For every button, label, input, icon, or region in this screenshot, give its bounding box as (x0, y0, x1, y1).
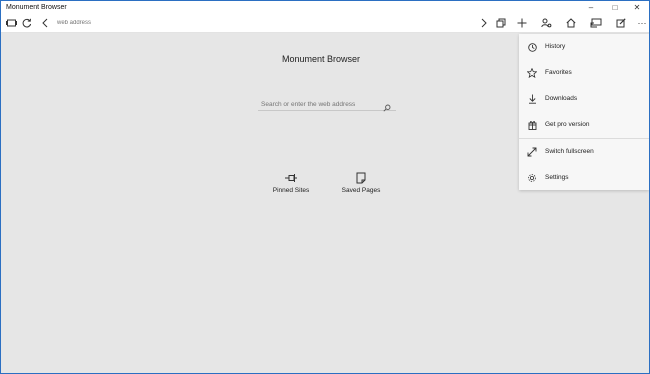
refresh-icon[interactable] (20, 16, 34, 30)
reading-view-icon[interactable] (589, 16, 603, 30)
close-button[interactable]: ✕ (625, 1, 649, 14)
menu-item-label: Downloads (545, 95, 578, 102)
toolbar: ··· (1, 14, 649, 33)
window-title: Monument Browser (6, 4, 67, 11)
search-box (258, 98, 396, 112)
add-icon[interactable] (515, 16, 529, 30)
menu-item-get-pro[interactable]: Get pro version (519, 112, 649, 138)
gear-icon (527, 173, 537, 183)
more-menu: History Favorites Downloads Get pro vers… (519, 34, 649, 190)
page-title: Monument Browser (281, 54, 361, 64)
clock-icon (527, 42, 537, 52)
back-icon[interactable] (38, 16, 52, 30)
menu-item-settings[interactable]: Settings (519, 165, 649, 191)
menu-item-label: Favorites (545, 69, 572, 76)
search-icon[interactable] (383, 99, 393, 112)
title-bar: Monument Browser – □ ✕ (1, 1, 649, 14)
menu-item-label: Get pro version (545, 121, 590, 128)
tabs-icon[interactable] (4, 16, 18, 30)
star-icon (527, 68, 537, 78)
menu-item-history[interactable]: History (519, 34, 649, 60)
forward-icon[interactable] (477, 16, 491, 30)
pinned-sites-label: Pinned Sites (272, 187, 310, 194)
menu-item-favorites[interactable]: Favorites (519, 60, 649, 86)
home-icon[interactable] (564, 16, 578, 30)
menu-item-label: Settings (545, 174, 569, 181)
fullscreen-icon (527, 147, 537, 157)
menu-item-label: History (545, 43, 566, 50)
user-settings-icon[interactable] (539, 16, 553, 30)
saved-pages-link[interactable]: Saved Pages (331, 172, 391, 194)
maximize-button[interactable]: □ (603, 1, 627, 14)
pinned-sites-link[interactable]: Pinned Sites (261, 172, 321, 194)
pin-icon (284, 172, 298, 184)
more-icon[interactable]: ··· (635, 16, 649, 30)
browser-window: Monument Browser – □ ✕ web address ··· M… (0, 0, 650, 374)
download-icon (527, 94, 537, 104)
saved-page-icon (354, 172, 368, 184)
gift-icon (527, 120, 537, 130)
duplicate-tab-icon[interactable] (494, 16, 508, 30)
minimize-button[interactable]: – (579, 1, 603, 14)
saved-pages-label: Saved Pages (341, 187, 381, 194)
menu-item-label: Switch fullscreen (545, 148, 594, 155)
edit-icon[interactable] (614, 16, 628, 30)
menu-item-downloads[interactable]: Downloads (519, 86, 649, 112)
menu-item-switch-fullscreen[interactable]: Switch fullscreen (519, 139, 649, 165)
search-input[interactable] (261, 99, 381, 110)
address-input[interactable] (57, 18, 257, 29)
